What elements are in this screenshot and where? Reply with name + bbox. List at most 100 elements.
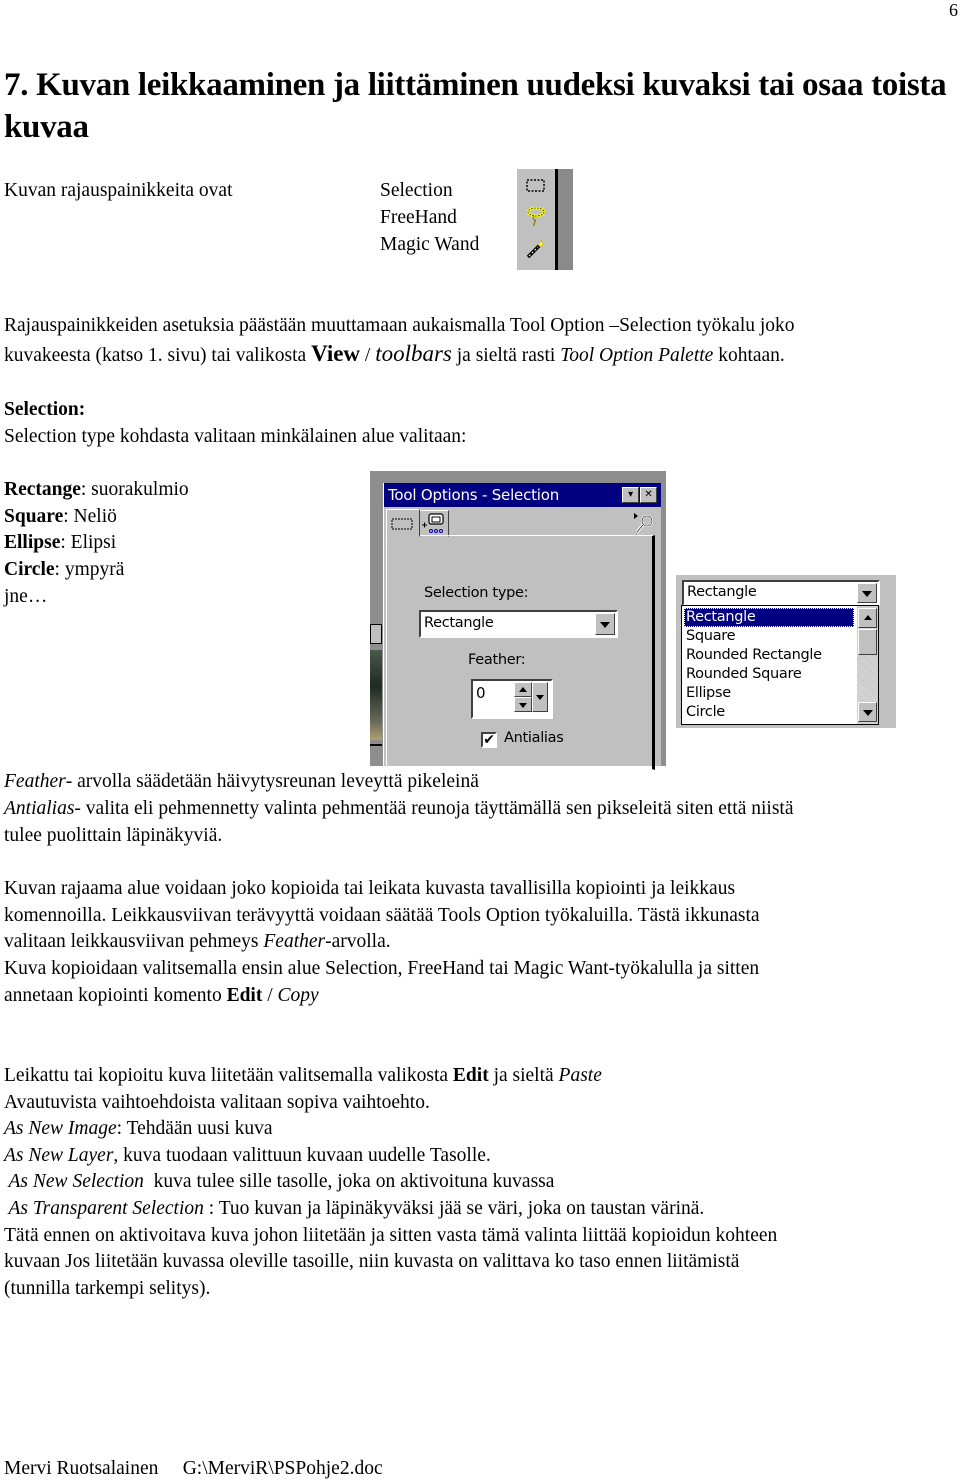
selection-toolbar [517, 169, 573, 270]
footer-author: Mervi Ruotsalainen [4, 1458, 159, 1479]
copy-text: valitaan leikkausviivan pehmeys [4, 931, 264, 952]
tool-name-magic-wand: Magic Wand [380, 234, 480, 255]
copy-line-4: Kuva kopioidaan valitsemalla ensin alue … [4, 958, 760, 979]
chevron-up-icon [863, 615, 872, 620]
dialog-title-bar[interactable]: Tool Options - Selection ▾ ✕ [384, 483, 661, 507]
chevron-down-icon [536, 695, 544, 700]
feather-label: Feather: [468, 652, 526, 668]
selection-type-select[interactable]: Rectangle [419, 610, 618, 638]
edit-menu-ref: Edit [452, 1065, 489, 1086]
chevron-down-icon [519, 702, 527, 708]
antialias-note: Antialias- valita eli pehmennetty valint… [4, 796, 794, 823]
feather-decrement-button[interactable] [514, 697, 532, 712]
toolbars-menu-ref: toolbars [375, 341, 452, 366]
paste-option-text: , kuva tuodaan valittuun kuvaan uudelle … [113, 1145, 491, 1166]
footer-file-path: G:\MerviR\PSPohje2.doc [182, 1458, 383, 1479]
tab-selection-options[interactable] [386, 509, 420, 537]
paste-option-term: As New Image [4, 1118, 117, 1139]
feather-value: 0 [476, 684, 486, 702]
copy-line-1: Kuvan rajaama alue voidaan joko kopioida… [4, 878, 736, 899]
copy-text: -arvolla. [325, 931, 391, 952]
freehand-lasso-icon[interactable] [525, 206, 547, 228]
paste-line-9: (tunnilla tarkempi selitys). [4, 1278, 211, 1299]
intro-lead: Kuvan rajauspainikkeita ovat [4, 180, 233, 201]
selection-type-dropdown-button[interactable] [595, 613, 615, 635]
paste-line-1: Leikattu tai kopioitu kuva liitetään val… [4, 1063, 602, 1090]
dropdown-current-value: Rectangle [687, 584, 757, 600]
copy-text: annetaan kopiointi komento [4, 985, 227, 1006]
feather-increment-button[interactable] [514, 682, 532, 697]
dropdown-option-rounded-square[interactable]: Rounded Square [684, 665, 854, 684]
paste-option-text: kuva tulee sille tasolle, joka on aktivo… [143, 1171, 555, 1192]
paste-option-term: As Transparent Selection [4, 1198, 204, 1219]
copy-line-5: annetaan kopiointi komento Edit / Copy [4, 983, 319, 1010]
type-term: Rectange [4, 479, 81, 500]
options-line-2: kuvakeesta (katso 1. sivu) tai valikosta… [4, 341, 785, 370]
paste-option-text: : Tehdään uusi kuva [116, 1118, 273, 1139]
tab-selection-modifiers[interactable] [419, 510, 449, 537]
paste-line-2: Avautuvista vaihtoehdoista valitaan sopi… [4, 1092, 430, 1113]
paste-option: As Transparent Selection : Tuo kuvan ja … [4, 1196, 705, 1223]
paste-line-7: Tätä ennen on aktivoitava kuva johon lii… [4, 1225, 778, 1246]
feather-spinbox[interactable]: 0 [471, 679, 553, 719]
close-button[interactable]: ✕ [640, 487, 657, 503]
paste-option-term: As New Layer [4, 1145, 114, 1166]
feather-note-text: - arvolla säädetään häivytysreunan levey… [65, 771, 479, 792]
feather-term: Feather [263, 931, 326, 952]
selection-heading: Selection: [4, 399, 86, 420]
selection-type-item: Rectange: suorakulmio [4, 477, 189, 504]
dropdown-option-ellipse[interactable]: Ellipse [684, 684, 854, 703]
view-menu-ref: View [311, 341, 361, 366]
type-meaning: : ympyrä [54, 559, 125, 580]
paste-command-ref: Paste [558, 1065, 602, 1086]
tool-option-palette-ref: Tool Option Palette [560, 345, 714, 366]
selection-rectangle-icon [391, 518, 413, 530]
footer: Mervi Ruotsalainen G:\MerviR\PSPohje2.do… [4, 1458, 383, 1480]
paste-text: ja sieltä [488, 1065, 559, 1086]
edit-menu-ref: Edit [226, 985, 263, 1006]
separator: / [360, 345, 376, 366]
paste-option: As New Selection kuva tulee sille tasoll… [4, 1169, 555, 1196]
paste-option: As New Image: Tehdään uusi kuva [4, 1116, 273, 1143]
options-line-1: Rajauspainikkeiden asetuksia päästään mu… [4, 315, 795, 336]
magic-wand-icon[interactable] [525, 237, 547, 259]
paste-option-text: : Tuo kuvan ja läpinäkyväksi jää se väri… [203, 1198, 705, 1219]
page-number: 6 [949, 0, 958, 20]
scroll-thumb[interactable] [858, 629, 877, 655]
selection-type-value: Rectangle [424, 615, 494, 631]
dropdown-option-square[interactable]: Square [684, 627, 854, 646]
dropdown-combo[interactable]: Rectangle [682, 580, 880, 606]
type-term: Ellipse [4, 532, 61, 553]
feather-note: Feather- arvolla säädetään häivytysreuna… [4, 769, 479, 796]
selection-modify-icon [422, 513, 444, 533]
antialias-note-text: - valita eli pehmennetty valinta pehment… [74, 798, 794, 819]
scroll-up-button[interactable] [858, 608, 877, 628]
type-meaning: : Elipsi [60, 532, 117, 553]
chevron-down-icon [600, 622, 610, 628]
dropdown-scrollbar[interactable] [857, 606, 878, 724]
dropdown-button[interactable] [857, 583, 877, 603]
selection-rectangle-icon[interactable] [525, 175, 547, 197]
paste-option-term: As New Selection [4, 1171, 144, 1192]
dropdown-option-rounded-rectangle[interactable]: Rounded Rectangle [684, 646, 854, 665]
dropdown-option-circle[interactable]: Circle [684, 703, 854, 722]
antialias-checkbox[interactable]: ✔ [481, 732, 497, 748]
copy-line-2: komennoilla. Leikkausviivan terävyyttä v… [4, 905, 760, 926]
antialias-option: ✔ Antialias [481, 730, 564, 748]
dropdown-option-rectangle[interactable]: Rectangle [684, 608, 854, 627]
selection-type-item: Ellipse: Elipsi [4, 530, 116, 557]
chevron-down-icon [862, 710, 873, 716]
selection-type-item: Circle: ympyrä [4, 557, 124, 584]
antialias-note-cont: tulee puolittain läpinäkyviä. [4, 825, 223, 846]
selection-type-dropdown-demo: Rectangle Rectangle Square Rounded Recta… [676, 575, 896, 728]
scroll-down-button[interactable] [858, 702, 877, 722]
background-app-fragment [370, 624, 382, 766]
selection-description: Selection type kohdasta valitaan minkäla… [4, 426, 467, 447]
type-meaning: : suorakulmio [80, 479, 189, 500]
rollup-button[interactable]: ▾ [622, 487, 639, 503]
chevron-down-icon [862, 591, 872, 597]
tool-options-settings-icon[interactable] [631, 511, 657, 535]
feather-slider-button[interactable] [532, 682, 548, 712]
type-term: Circle [4, 559, 55, 580]
dropdown-options-list: Rectangle Square Rounded Rectangle Round… [681, 605, 879, 725]
